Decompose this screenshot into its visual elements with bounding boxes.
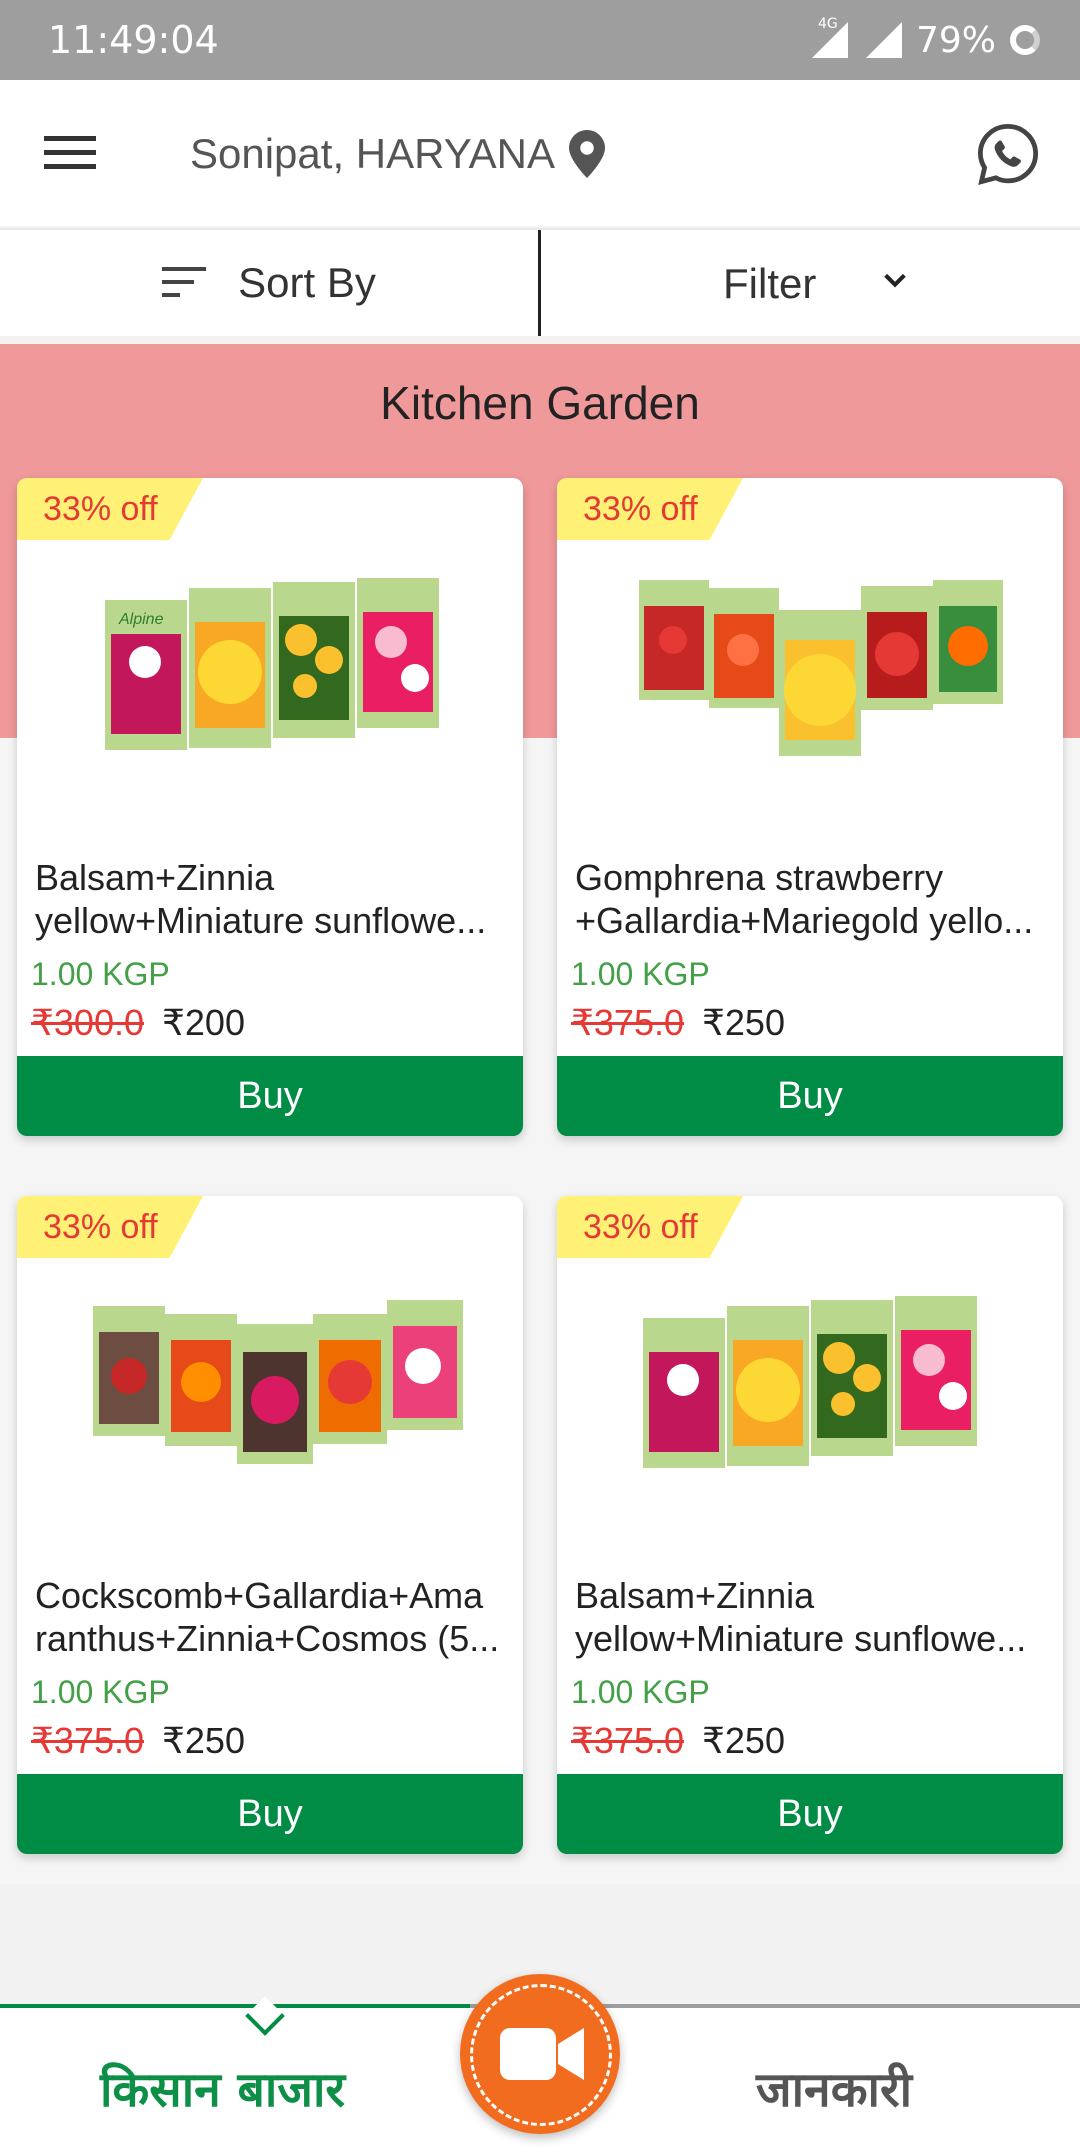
product-name: Balsam+Zinnia yellow+Miniature sunflowe.… [575,1574,1049,1660]
product-quantity: 1.00 KGP [31,1674,170,1710]
discount-text: 33% off [583,490,698,528]
location-label: Sonipat, HARYANA [190,130,555,177]
active-tab-indicator [0,2004,470,2008]
filter-button[interactable]: Filter [541,230,1080,336]
video-camera-icon [500,2028,584,2080]
sort-by-button[interactable]: Sort By [0,230,538,336]
menu-icon[interactable] [44,130,98,174]
sale-price: ₹200 [162,1002,245,1043]
location-selector[interactable]: Sonipat, HARYANA [190,130,605,178]
product-quantity: 1.00 KGP [31,956,170,992]
product-image [639,580,1003,756]
status-icons: 4G 79% [808,16,1040,64]
discount-badge: 33% off [557,478,743,540]
sale-price: ₹250 [702,1002,785,1043]
buy-button[interactable]: Buy [17,1774,523,1854]
discount-badge: 33% off [557,1196,743,1258]
buy-button[interactable]: Buy [17,1056,523,1136]
original-price: ₹375.0 [31,1720,144,1761]
sale-price: ₹250 [162,1720,245,1761]
location-pin-icon [568,130,605,178]
product-name-line1: Gomphrena strawberry [575,857,944,898]
tab-kisan-bazaar[interactable]: किसान बाजार [100,2056,345,2121]
brand-text: Alpine [118,611,164,628]
app-header: Sonipat, HARYANA [0,80,1080,226]
buy-button[interactable]: Buy [557,1774,1063,1854]
network-signal-icon: 4G [808,16,848,60]
active-tab-notch [245,1996,285,2036]
product-name-line1: Balsam+Zinnia [575,1575,815,1616]
signal-icon [862,20,902,60]
product-name-line1: Balsam+Zinnia [35,857,275,898]
original-price: ₹375.0 [571,1002,684,1043]
original-price: ₹375.0 [571,1720,684,1761]
product-name: Balsam+Zinnia yellow+Miniature sunflowe.… [35,856,509,942]
product-name-line2: ranthus+Zinnia+Cosmos (5... [35,1618,500,1659]
section-title: Kitchen Garden [380,377,700,429]
battery-icon [1010,25,1040,55]
product-card[interactable]: 33% off Balsam+Zinnia yellow+Miniature s… [557,1196,1063,1854]
tab-jankari[interactable]: जानकारी [756,2056,912,2121]
product-name-line2: yellow+Miniature sunflowe... [575,1618,1027,1659]
product-card[interactable]: 33% off Gomphrena strawberry +Gallardia+… [557,478,1063,1136]
product-listing: Kitchen Garden 33% off Alpine Balsam+Zin… [0,344,1080,1884]
battery-percent: 79% [915,19,996,61]
product-image [93,1300,463,1464]
product-price: ₹375.0 ₹250 [571,1002,785,1044]
product-name: Gomphrena strawberry +Gallardia+Mariegol… [575,856,1049,942]
product-image: Alpine [105,578,439,750]
discount-text: 33% off [43,1208,158,1246]
product-price: ₹375.0 ₹250 [31,1720,245,1762]
sort-filter-bar: Sort By Filter [0,228,1080,336]
discount-text: 33% off [583,1208,698,1246]
product-name-line2: yellow+Miniature sunflowe... [35,900,487,941]
product-card[interactable]: 33% off Alpine Balsam+Zinnia yellow+Mini… [17,478,523,1136]
whatsapp-icon[interactable] [974,120,1042,188]
product-price: ₹300.0 ₹200 [31,1002,245,1044]
discount-text: 33% off [43,490,158,528]
sort-label: Sort By [238,259,376,306]
chevron-down-icon [884,273,906,288]
network-type: 4G [817,16,838,32]
product-name-line1: Cockscomb+Gallardia+Ama [35,1575,484,1616]
buy-button[interactable]: Buy [557,1056,1063,1136]
sale-price: ₹250 [702,1720,785,1761]
status-bar: 11:49:04 4G 79% [0,0,1080,80]
status-time: 11:49:04 [48,18,219,62]
product-price: ₹375.0 ₹250 [571,1720,785,1762]
product-name: Cockscomb+Gallardia+Ama ranthus+Zinnia+C… [35,1574,509,1660]
product-card[interactable]: 33% off Cockscomb+Gallardia+Ama ranthus+… [17,1196,523,1854]
discount-badge: 33% off [17,478,203,540]
product-quantity: 1.00 KGP [571,1674,710,1710]
discount-badge: 33% off [17,1196,203,1258]
original-price: ₹300.0 [31,1002,144,1043]
product-quantity: 1.00 KGP [571,956,710,992]
video-call-button[interactable] [460,1974,620,2134]
product-name-line2: +Gallardia+Mariegold yello... [575,900,1034,941]
filter-label: Filter [723,260,817,307]
sort-icon [162,267,207,299]
product-image [643,1296,977,1468]
